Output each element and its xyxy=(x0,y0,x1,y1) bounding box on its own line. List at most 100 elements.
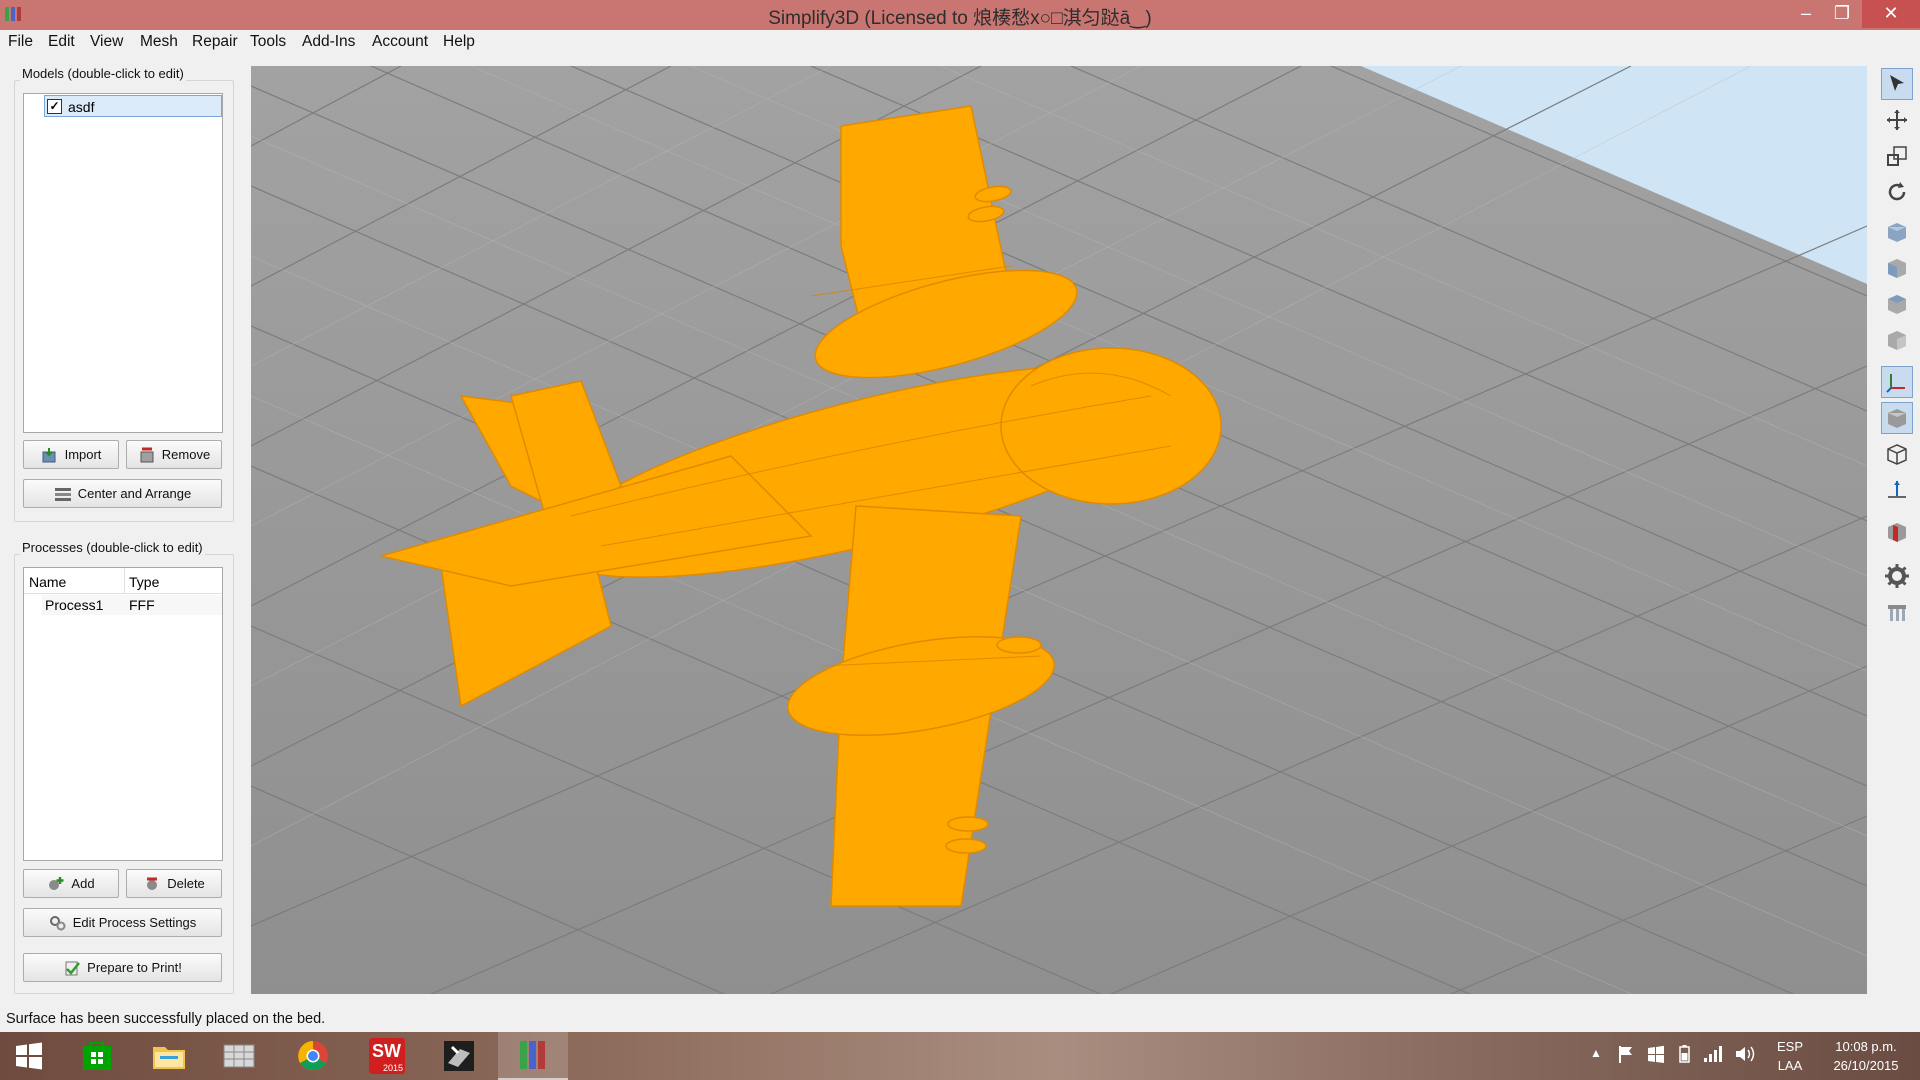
network-signal-icon[interactable] xyxy=(1702,1044,1724,1080)
windows-update-icon[interactable] xyxy=(1646,1044,1666,1080)
models-group-label: Models (double-click to edit) xyxy=(20,66,186,81)
cad-tool-taskbar-button[interactable] xyxy=(424,1032,494,1080)
delete-process-label: Delete xyxy=(167,876,205,891)
wireframe-icon xyxy=(1887,444,1907,465)
windows-taskbar: SW 2015 ▲ ESP LAA 10:08 p.m. 26/10/2015 xyxy=(0,1032,1920,1080)
normals-view-button[interactable] xyxy=(1881,474,1913,506)
input-language-indicator[interactable]: ESP LAA xyxy=(1774,1039,1806,1080)
simplify3d-taskbar-button[interactable] xyxy=(498,1032,568,1080)
delete-process-button[interactable]: Delete xyxy=(126,869,222,898)
status-message: Surface has been successfully placed on … xyxy=(6,1011,326,1027)
menu-account[interactable]: Account xyxy=(372,33,428,51)
chrome-icon xyxy=(298,1041,328,1071)
select-tool-button[interactable] xyxy=(1881,68,1913,100)
view-front-button[interactable] xyxy=(1881,252,1913,284)
process-type: FFF xyxy=(129,597,155,613)
add-process-button[interactable]: Add xyxy=(23,869,119,898)
menu-file[interactable]: File xyxy=(8,33,33,51)
remove-button[interactable]: Remove xyxy=(126,440,222,469)
build-plate-scene[interactable] xyxy=(251,66,1867,994)
solid-view-button[interactable] xyxy=(1881,402,1913,434)
show-hidden-icons-button[interactable]: ▲ xyxy=(1590,1046,1602,1080)
file-explorer-taskbar-button[interactable] xyxy=(134,1032,204,1080)
cad-tool-icon xyxy=(444,1041,474,1071)
edit-process-settings-button[interactable]: Edit Process Settings xyxy=(23,908,222,937)
settings-gear-icon xyxy=(1885,564,1909,588)
column-type-header[interactable]: Type xyxy=(129,574,159,590)
prepare-to-print-label: Prepare to Print! xyxy=(87,960,182,975)
action-center-flag-icon[interactable] xyxy=(1616,1044,1636,1080)
menu-edit[interactable]: Edit xyxy=(48,33,75,51)
model-visible-checkbox[interactable]: ✓ xyxy=(47,99,62,114)
settings-button[interactable] xyxy=(1881,560,1913,592)
delete-process-icon xyxy=(147,877,158,890)
gears-icon xyxy=(49,915,66,930)
import-icon xyxy=(42,447,56,462)
menu-bar: File Edit View Mesh Repair Tools Add-Ins… xyxy=(0,30,1920,54)
remove-icon xyxy=(140,447,154,462)
menu-repair[interactable]: Repair xyxy=(192,33,238,51)
simplify3d-window: Simplify3D (Licensed to 烺楱愁x○□淇匀跶ā‿) – ❐… xyxy=(0,0,1920,1080)
view-top-icon xyxy=(1888,295,1906,314)
solidworks-taskbar-button[interactable]: SW 2015 xyxy=(352,1032,422,1080)
clock-time: 10:08 p.m. xyxy=(1835,1039,1897,1054)
support-structures-button[interactable] xyxy=(1881,596,1913,628)
cross-section-button[interactable] xyxy=(1881,516,1913,548)
center-and-arrange-label: Center and Arrange xyxy=(77,486,192,501)
title-bar[interactable]: Simplify3D (Licensed to 烺楱愁x○□淇匀跶ā‿) – ❐… xyxy=(0,0,1920,30)
store-icon xyxy=(83,1042,111,1070)
language-code: ESP xyxy=(1776,1039,1803,1054)
menu-mesh[interactable]: Mesh xyxy=(140,33,178,51)
table-header: Name Type xyxy=(24,568,222,594)
windows-start-icon xyxy=(16,1042,42,1070)
spreadsheet-app-icon xyxy=(223,1044,255,1068)
move-tool-button[interactable] xyxy=(1881,104,1913,136)
center-and-arrange-button[interactable]: Center and Arrange xyxy=(23,479,222,508)
view-side-icon xyxy=(1888,331,1906,350)
axes-icon xyxy=(1886,374,1905,393)
store-taskbar-button[interactable] xyxy=(62,1032,132,1080)
move-icon xyxy=(1887,110,1907,130)
view-default-button[interactable] xyxy=(1881,216,1913,248)
process-name: Process1 xyxy=(45,597,104,613)
solidworks-icon: SW 2015 xyxy=(369,1038,405,1074)
battery-icon[interactable] xyxy=(1674,1044,1694,1080)
maximize-button[interactable]: ❐ xyxy=(1820,0,1864,28)
menu-help[interactable]: Help xyxy=(443,33,475,51)
column-divider xyxy=(124,568,125,594)
chrome-taskbar-button[interactable] xyxy=(278,1032,348,1080)
3d-viewport[interactable] xyxy=(251,66,1867,994)
scale-tool-button[interactable] xyxy=(1881,140,1913,172)
processes-table[interactable]: Name Type Process1 FFF xyxy=(23,567,223,861)
start-button[interactable] xyxy=(0,1032,58,1080)
view-side-button[interactable] xyxy=(1881,324,1913,356)
spreadsheet-taskbar-button[interactable] xyxy=(204,1032,274,1080)
axes-toggle-button[interactable] xyxy=(1881,366,1913,398)
models-list[interactable]: ✓ asdf xyxy=(23,93,223,433)
simplify3d-icon xyxy=(520,1041,545,1069)
volume-icon[interactable] xyxy=(1734,1044,1756,1080)
prepare-print-icon xyxy=(65,961,81,975)
view-top-button[interactable] xyxy=(1881,288,1913,320)
solid-view-icon xyxy=(1888,409,1906,428)
model-name: asdf xyxy=(68,99,95,115)
menu-add-ins[interactable]: Add-Ins xyxy=(302,33,355,51)
import-button[interactable]: Import xyxy=(23,440,119,469)
prepare-to-print-button[interactable]: Prepare to Print! xyxy=(23,953,222,982)
menu-tools[interactable]: Tools xyxy=(250,33,286,51)
view-toolbar xyxy=(1874,66,1920,634)
cross-section-icon xyxy=(1888,523,1906,542)
view-front-icon xyxy=(1888,259,1906,278)
table-row[interactable]: Process1 FFF xyxy=(42,595,222,615)
clock-date: 26/10/2015 xyxy=(1833,1058,1899,1073)
close-button[interactable]: ✕ xyxy=(1862,0,1920,28)
column-name-header[interactable]: Name xyxy=(29,574,66,590)
select-icon xyxy=(1890,75,1904,91)
wireframe-view-button[interactable] xyxy=(1881,438,1913,470)
rotate-tool-button[interactable] xyxy=(1881,176,1913,208)
list-item[interactable]: ✓ asdf xyxy=(44,95,222,117)
menu-view[interactable]: View xyxy=(90,33,123,51)
scale-icon xyxy=(1887,146,1907,166)
clock[interactable]: 10:08 p.m. 26/10/2015 xyxy=(1820,1039,1912,1080)
edit-process-settings-label: Edit Process Settings xyxy=(72,915,197,930)
